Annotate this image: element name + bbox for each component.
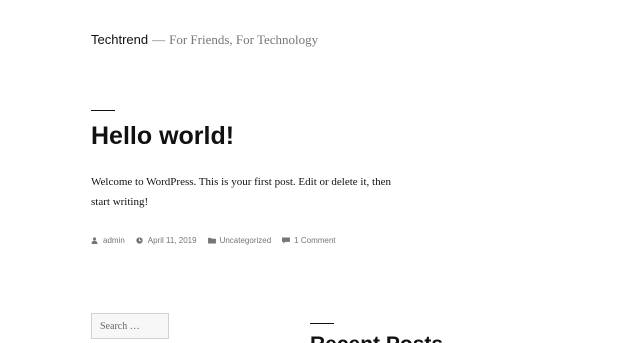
- clock-icon: [136, 237, 143, 244]
- recent-posts-title: Recent Posts: [310, 333, 443, 343]
- comment-icon: [282, 237, 291, 244]
- post-author: admin: [91, 236, 125, 245]
- site-title-separator: —: [152, 32, 166, 47]
- widget-title-divider: [310, 323, 334, 324]
- folder-icon: [207, 237, 216, 244]
- post-date-link[interactable]: April 11, 2019: [148, 236, 197, 245]
- site-branding: Techtrend — For Friends, For Technology: [91, 31, 318, 49]
- site-title-link[interactable]: Techtrend: [91, 32, 148, 47]
- post-meta: admin April 11, 2019 Uncategorized 1 Com…: [91, 236, 347, 245]
- user-icon: [91, 237, 98, 244]
- post-comments-link[interactable]: 1 Comment: [294, 236, 335, 245]
- site-description: For Friends, For Technology: [169, 32, 319, 47]
- post-comments: 1 Comment: [282, 236, 336, 245]
- entry-title-divider: [91, 110, 115, 111]
- post-date: April 11, 2019: [136, 236, 197, 245]
- search-input[interactable]: [92, 314, 168, 338]
- post-author-link[interactable]: admin: [103, 236, 125, 245]
- search-form: [91, 313, 169, 339]
- post-content: Welcome to WordPress. This is your first…: [91, 176, 391, 208]
- post-category-link[interactable]: Uncategorized: [220, 236, 272, 245]
- post-category: Uncategorized: [207, 236, 272, 245]
- post-title[interactable]: Hello world!: [91, 118, 234, 154]
